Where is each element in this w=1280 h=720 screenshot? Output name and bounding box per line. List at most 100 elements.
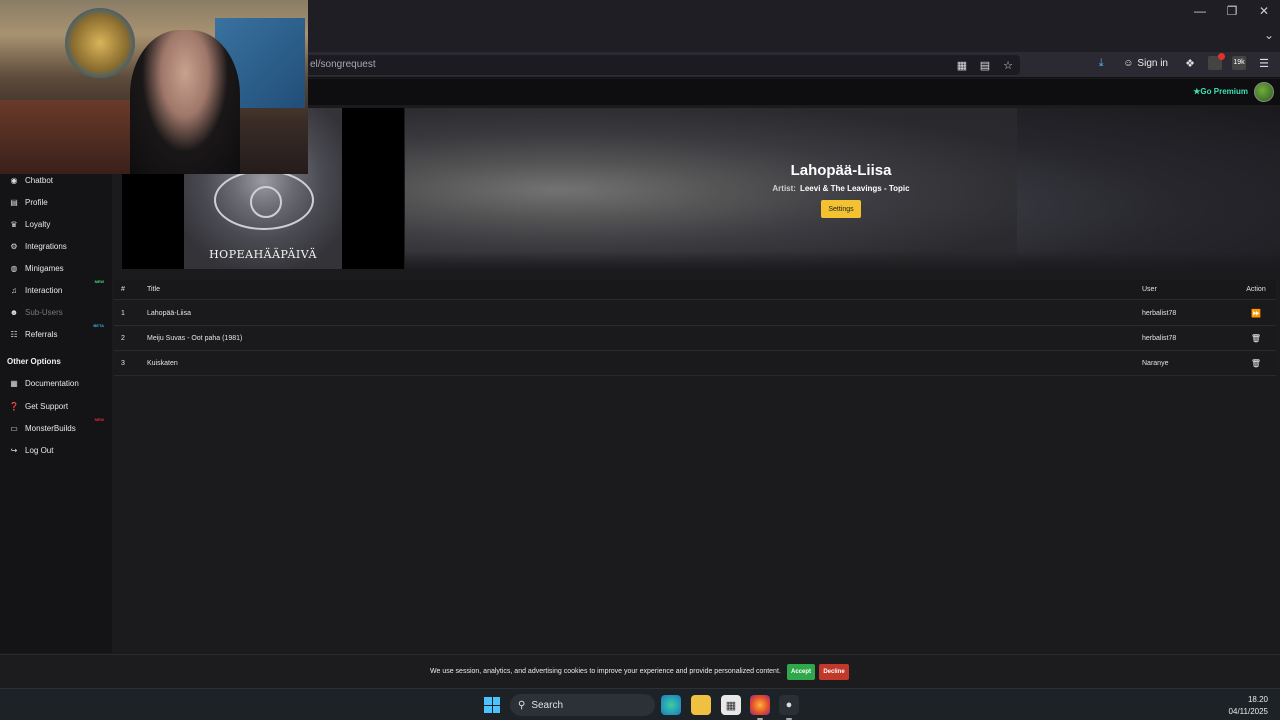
sidebar-item-label: Integrations [25, 241, 67, 251]
referral-icon: ☷ [10, 329, 18, 339]
row-number: 2 [121, 335, 125, 342]
sidebar-item-label: Loyalty [25, 219, 51, 229]
sidebar-item-interaction[interactable]: ♫ Interaction NEW [0, 279, 112, 300]
sign-in-label: Sign in [1137, 57, 1168, 69]
sidebar-item-documentation[interactable]: ▦ Documentation [0, 373, 112, 393]
id-card-icon: ▤ [10, 197, 18, 207]
restore-button[interactable]: ❐ [1216, 0, 1248, 22]
sidebar-item-label: Sub-Users [25, 307, 63, 317]
book-icon: ▦ [10, 378, 18, 388]
sidebar-item-log-out[interactable]: ↪ Log Out [0, 440, 112, 460]
other-options-heading: Other Options [7, 357, 61, 366]
col-header-user: User [1142, 286, 1157, 293]
firefox-icon[interactable] [750, 695, 770, 720]
sidebar-item-monsterbuilds[interactable]: ▭ MonsterBuilds NEW [0, 417, 112, 438]
window-controls: — ❐ ✕ [1184, 0, 1280, 22]
go-premium-label: Go Premium [1200, 87, 1248, 96]
trash-icon[interactable]: 🗑 [1251, 334, 1261, 343]
search-icon: ⚲ [518, 699, 526, 711]
row-title: Kuiskaten [147, 360, 178, 367]
laptop-icon: ▭ [10, 423, 18, 433]
row-title: Lahopää-Liisa [147, 310, 191, 317]
sidebar-item-minigames[interactable]: ◍ Minigames [0, 258, 112, 278]
badge-new: NEW [94, 279, 104, 284]
skip-forward-icon[interactable]: ⏩ [1251, 309, 1261, 318]
webcam-overlay [0, 0, 308, 174]
system-clock[interactable]: 18.20 04/11/2025 [1229, 694, 1268, 718]
sign-in-button[interactable]: ☺ Sign in [1119, 58, 1172, 69]
row-user: herbalist78 [1142, 310, 1177, 317]
minimize-button[interactable]: — [1184, 0, 1216, 22]
col-header-title: Title [147, 286, 160, 293]
list-all-tabs-button[interactable]: ⌄ [1264, 28, 1274, 42]
song-title: Lahopää-Liisa [790, 162, 892, 179]
taskbar-search[interactable]: ⚲ Search [510, 694, 655, 716]
song-artist: Artist: Leevi & The Leavings - Topic [405, 184, 1277, 193]
picture-in-picture-icon[interactable]: ▦ [954, 57, 970, 73]
address-bar[interactable]: el/songrequest ▦ ▤ ☆ [300, 55, 1020, 75]
album-eye-emblem [214, 170, 314, 230]
table-row: 1 Lahopää-Liisa herbalist78 ⏩ [114, 302, 1276, 326]
sidebar-item-sub-users[interactable]: ☻ Sub-Users [0, 302, 112, 322]
settings-button[interactable]: Settings [821, 200, 861, 218]
gamepad-icon: ◍ [10, 263, 18, 273]
downloads-icon[interactable]: ⤓ [1093, 55, 1109, 71]
trash-icon[interactable]: 🗑 [1251, 359, 1261, 368]
sidebar-item-label: Minigames [25, 263, 64, 273]
table-row: 2 Meiju Suvas - Oot paha (1981) herbalis… [114, 327, 1276, 351]
banner-fade [405, 251, 1280, 271]
reader-view-icon[interactable]: ▤ [977, 57, 993, 73]
store-icon[interactable]: ▦ [721, 695, 741, 715]
users-icon: ☻ [9, 307, 19, 317]
col-header-number: # [121, 286, 125, 293]
row-number: 1 [121, 310, 125, 317]
table-row: 3 Kuiskaten Naranye 🗑 [114, 352, 1276, 376]
sidebar-item-label: Log Out [25, 445, 54, 455]
robot-icon: ◉ [10, 175, 18, 185]
cog-icon: ⚙ [10, 241, 18, 251]
extensions-icon[interactable]: ❖ [1182, 55, 1198, 71]
sidebar-item-label: Chatbot [25, 175, 54, 185]
badge-beta: BETA [93, 323, 104, 328]
sidebar-item-label: Referrals [25, 329, 58, 339]
badge-new: NEW [94, 417, 104, 422]
close-window-button[interactable]: ✕ [1248, 0, 1280, 22]
cookie-consent-bar: We use session, analytics, and advertisi… [0, 654, 1280, 688]
webcam-couch [0, 100, 140, 174]
bookmark-star-icon[interactable]: ☆ [1000, 57, 1016, 73]
clock-date: 04/11/2025 [1228, 707, 1268, 716]
sidebar-item-label: MonsterBuilds [25, 423, 76, 433]
sidebar-item-referrals[interactable]: ☷ Referrals BETA [0, 323, 112, 344]
sidebar-item-label: Interaction [25, 285, 63, 295]
col-header-action: Action [1246, 286, 1266, 293]
file-explorer-icon[interactable] [691, 695, 711, 715]
sidebar-item-integrations[interactable]: ⚙ Integrations [0, 236, 112, 256]
url-text[interactable]: el/songrequest [310, 59, 376, 70]
extension-counter-icon[interactable]: 19k [1232, 56, 1246, 70]
account-icon: ☺ [1123, 57, 1134, 69]
music-icon: ♫ [11, 285, 17, 295]
edge-icon[interactable] [661, 695, 681, 715]
decline-cookies-button[interactable]: Decline [819, 664, 849, 680]
accept-cookies-button[interactable]: Accept [787, 664, 815, 680]
webcam-sun-tapestry [65, 8, 135, 78]
windows-taskbar: ⚲ Search ▦ ● 18.20 04/11/2025 [0, 688, 1280, 720]
sidebar-item-label: Documentation [25, 378, 79, 388]
sidebar-item-label: Get Support [25, 401, 69, 411]
extension-badge-icon[interactable] [1208, 53, 1225, 70]
sidebar-item-get-support[interactable]: ❓ Get Support [0, 396, 112, 416]
row-user: Naranye [1142, 360, 1169, 367]
album-name: HOPEAHÄÄPÄIVÄ [209, 248, 317, 261]
cookie-text: We use session, analytics, and advertisi… [430, 668, 781, 675]
obs-icon[interactable]: ● [779, 695, 799, 720]
windows-start-icon[interactable] [484, 697, 500, 713]
sidebar-item-profile[interactable]: ▤ Profile [0, 192, 112, 212]
row-title: Meiju Suvas - Oot paha (1981) [147, 335, 243, 342]
sidebar-item-loyalty[interactable]: ♛ Loyalty [0, 214, 112, 234]
artist-label: Artist: [772, 184, 796, 193]
go-premium-link[interactable]: ★Go Premium [1193, 87, 1248, 96]
avatar[interactable] [1254, 82, 1274, 102]
logout-icon: ↪ [10, 445, 18, 455]
menu-hamburger-icon[interactable]: ☰ [1256, 55, 1272, 71]
clock-time: 18.20 [1247, 695, 1268, 704]
